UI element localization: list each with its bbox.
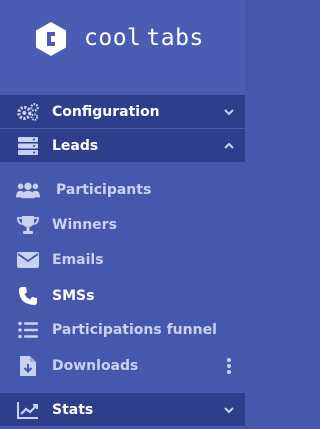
submenu-item-participations-funnel[interactable]: Participations funnel xyxy=(0,313,245,346)
submenu-item-participants[interactable]: Participants xyxy=(0,173,245,206)
list-icon xyxy=(16,319,40,341)
chevron-down-icon[interactable] xyxy=(223,106,235,118)
menu-item-configuration[interactable]: Configuration xyxy=(0,95,245,128)
chart-line-icon xyxy=(16,399,40,421)
submenu-item-emails[interactable]: Emails xyxy=(0,243,245,276)
submenu-label-participations-funnel: Participations funnel xyxy=(52,321,217,338)
submenu-item-winners[interactable]: Winners xyxy=(0,208,245,241)
menu-label-leads: Leads xyxy=(52,137,99,154)
submenu-label-emails: Emails xyxy=(52,251,104,268)
cogs-icon xyxy=(16,101,40,123)
users-icon xyxy=(16,179,40,201)
chevron-down-icon[interactable] xyxy=(223,404,235,416)
logo-icon xyxy=(36,22,66,56)
brand-word-2: tabs xyxy=(146,25,204,51)
menu-label-configuration: Configuration xyxy=(52,103,160,120)
phone-icon xyxy=(16,285,40,307)
menu-item-stats[interactable]: Stats xyxy=(0,393,245,426)
file-download-icon xyxy=(16,355,40,377)
envelope-icon xyxy=(16,249,40,271)
chevron-up-icon[interactable] xyxy=(223,140,235,152)
submenu-label-participants: Participants xyxy=(56,181,152,198)
sidebar-brand: cool tabs xyxy=(0,0,245,95)
submenu-label-downloads: Downloads xyxy=(52,357,139,374)
menu-label-stats: Stats xyxy=(52,401,94,418)
submenu-item-smss[interactable]: SMSs xyxy=(0,279,245,312)
submenu-label-smss: SMSs xyxy=(52,287,95,304)
submenu-item-downloads[interactable]: Downloads xyxy=(0,349,245,382)
brand-word-1: cool xyxy=(84,25,142,51)
trophy-icon xyxy=(16,214,40,236)
submenu-label-winners: Winners xyxy=(52,216,117,233)
server-icon xyxy=(16,135,40,157)
more-vertical-icon[interactable] xyxy=(226,357,232,375)
brand-name: cool tabs xyxy=(84,24,204,52)
menu-item-leads[interactable]: Leads xyxy=(0,129,245,162)
